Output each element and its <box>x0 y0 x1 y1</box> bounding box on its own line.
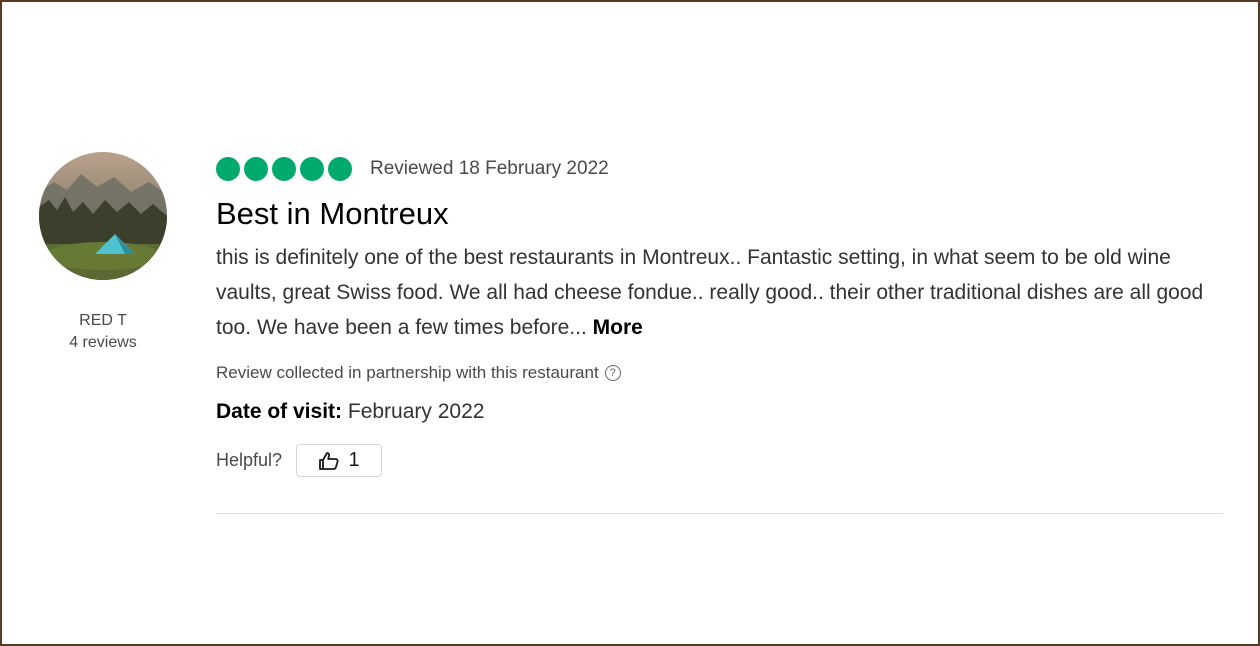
date-of-visit-label: Date of visit: <box>216 400 343 423</box>
review-card: RED T 4 reviews Reviewed 18 February 202… <box>0 0 1260 646</box>
rating-row: Reviewed 18 February 2022 <box>216 154 1224 184</box>
rating-bubble-icon <box>300 157 324 181</box>
reviewer-avatar[interactable] <box>39 152 167 280</box>
reviewer-profile: RED T 4 reviews <box>39 152 167 354</box>
helpful-row: Helpful? 1 <box>216 444 1224 477</box>
helpful-count: 1 <box>348 449 360 471</box>
helpful-vote-button[interactable]: 1 <box>296 444 383 477</box>
review-title[interactable]: Best in Montreux <box>216 194 1224 234</box>
reviewed-date: Reviewed 18 February 2022 <box>370 158 609 179</box>
rating-bubble-icon <box>244 157 268 181</box>
reviewer-review-count: 4 reviews <box>69 334 137 351</box>
review-divider <box>216 513 1223 514</box>
date-of-visit: Date of visit: February 2022 <box>216 400 1224 424</box>
review-body: this is definitely one of the best resta… <box>216 240 1226 345</box>
reviewer-name[interactable]: RED T <box>39 310 167 332</box>
rating-bubble-icon <box>272 157 296 181</box>
more-link[interactable]: More <box>593 316 643 339</box>
review-body-text: this is definitely one of the best resta… <box>216 246 1204 339</box>
question-circle-icon[interactable]: ? <box>604 365 621 381</box>
partnership-text: Review collected in partnership with thi… <box>216 363 599 382</box>
rating-bubble-icon <box>328 157 352 181</box>
partnership-note: Review collected in partnership with thi… <box>216 363 1224 383</box>
helpful-label: Helpful? <box>216 450 283 470</box>
review-content: Reviewed 18 February 2022 Best in Montre… <box>216 154 1224 477</box>
rating-bubble-icon <box>216 157 240 181</box>
thumbs-up-icon <box>319 451 340 470</box>
bubble-rating <box>216 157 352 181</box>
date-of-visit-value: February 2022 <box>347 400 485 423</box>
